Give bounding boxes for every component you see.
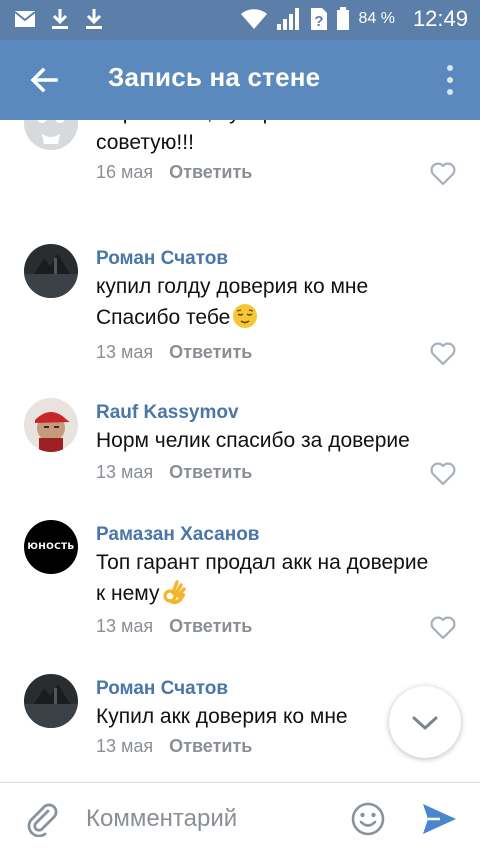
page-title: Запись на стене: [108, 62, 321, 92]
ok-hand-emoji: [163, 580, 187, 605]
comment-text: Топ гарант продал акк на доверие: [96, 551, 429, 574]
reply-link[interactable]: Ответить: [169, 342, 252, 362]
download-icon: [52, 9, 68, 29]
send-icon[interactable]: [420, 801, 458, 837]
default-avatar-icon: [24, 120, 78, 150]
download-icon: [86, 9, 102, 29]
heart-icon[interactable]: [430, 616, 456, 640]
comment-meta: 13 мая Ответить: [96, 342, 252, 363]
avatar[interactable]: [24, 244, 78, 298]
reply-link[interactable]: Ответить: [169, 462, 252, 482]
comment-author[interactable]: Рамазан Хасанов: [96, 524, 259, 546]
heart-icon[interactable]: [430, 462, 456, 486]
svg-text:?: ?: [315, 13, 324, 30]
avatar[interactable]: [24, 398, 78, 452]
comment-date: 16 мая: [96, 162, 154, 182]
relieved-face-emoji: [233, 304, 258, 328]
heart-icon[interactable]: [430, 342, 456, 366]
comments-list[interactable]: Парень топ, супер. Всем советую!!! 16 ма…: [0, 120, 480, 782]
reply-link[interactable]: Ответить: [169, 162, 252, 182]
reply-link[interactable]: Ответить: [169, 616, 252, 636]
comment-text-line: Спасибо тебе: [96, 303, 258, 333]
comment-meta: 13 мая Ответить: [96, 736, 252, 757]
comment-text-line: к нему: [96, 579, 187, 609]
unknown-sim-icon: ?: [311, 8, 328, 30]
dark-landscape-avatar: [24, 674, 78, 728]
avatar[interactable]: [24, 674, 78, 728]
reply-link[interactable]: Ответить: [169, 736, 252, 756]
comment-input[interactable]: [86, 803, 326, 835]
comment-text: к нему: [96, 582, 160, 605]
signal-icon: [277, 8, 300, 30]
more-vertical-icon[interactable]: [446, 64, 454, 96]
status-bar: ? 84 % 12:49: [0, 0, 480, 40]
avatar[interactable]: ЮНОСТЬ: [24, 520, 78, 574]
comment-author[interactable]: Rauf Kassymov: [96, 402, 239, 424]
comment-date: 13 мая: [96, 342, 154, 362]
comment-text: Купил акк доверия ко мне: [96, 705, 348, 728]
wifi-icon: [241, 9, 268, 29]
heart-icon[interactable]: [430, 162, 456, 186]
paperclip-icon[interactable]: [24, 801, 60, 837]
person-red-cap-avatar: [24, 398, 78, 452]
comment-item: Rauf Kassymov Норм челик спасибо за дове…: [0, 398, 480, 498]
comment-meta: 13 мая Ответить: [96, 462, 252, 483]
comment-item: ЮНОСТЬ Рамазан Хасанов Топ гарант продал…: [0, 520, 480, 650]
comment-date: 13 мая: [96, 736, 154, 756]
chevron-down-icon: [412, 716, 438, 730]
comment-text: Парень топ, супер. Всем: [96, 120, 337, 128]
arrow-left-icon[interactable]: [26, 62, 62, 98]
scroll-down-button[interactable]: [389, 686, 461, 758]
comment-author[interactable]: Роман Счатов: [96, 678, 228, 700]
clock: 12:49: [412, 6, 468, 31]
comment-item: Парень топ, супер. Всем советую!!! 16 ма…: [0, 120, 480, 226]
dark-landscape-avatar: [24, 244, 78, 298]
comment-date: 13 мая: [96, 616, 154, 636]
comment-text: Норм челик спасибо за доверие: [96, 429, 410, 452]
comment-item: Роман Счатов купил голду доверия ко мне …: [0, 244, 480, 374]
battery-percent: 84 %: [358, 10, 395, 27]
comment-author[interactable]: Роман Счатов: [96, 248, 228, 270]
app-bar: Запись на стене: [0, 40, 480, 120]
comment-composer: [0, 782, 480, 854]
smile-icon[interactable]: [350, 801, 386, 837]
mail-icon: [14, 11, 36, 27]
avatar[interactable]: [24, 120, 78, 150]
comment-text: купил голду доверия ко мне: [96, 275, 369, 298]
comment-text: Спасибо тебе: [96, 306, 231, 329]
battery-icon: [337, 7, 350, 30]
comment-text: советую!!!: [96, 131, 194, 154]
comment-meta: 13 мая Ответить: [96, 616, 252, 637]
comment-meta: 16 мая Ответить: [96, 162, 252, 183]
avatar-logo-text: ЮНОСТЬ: [27, 542, 75, 552]
comment-date: 13 мая: [96, 462, 154, 482]
